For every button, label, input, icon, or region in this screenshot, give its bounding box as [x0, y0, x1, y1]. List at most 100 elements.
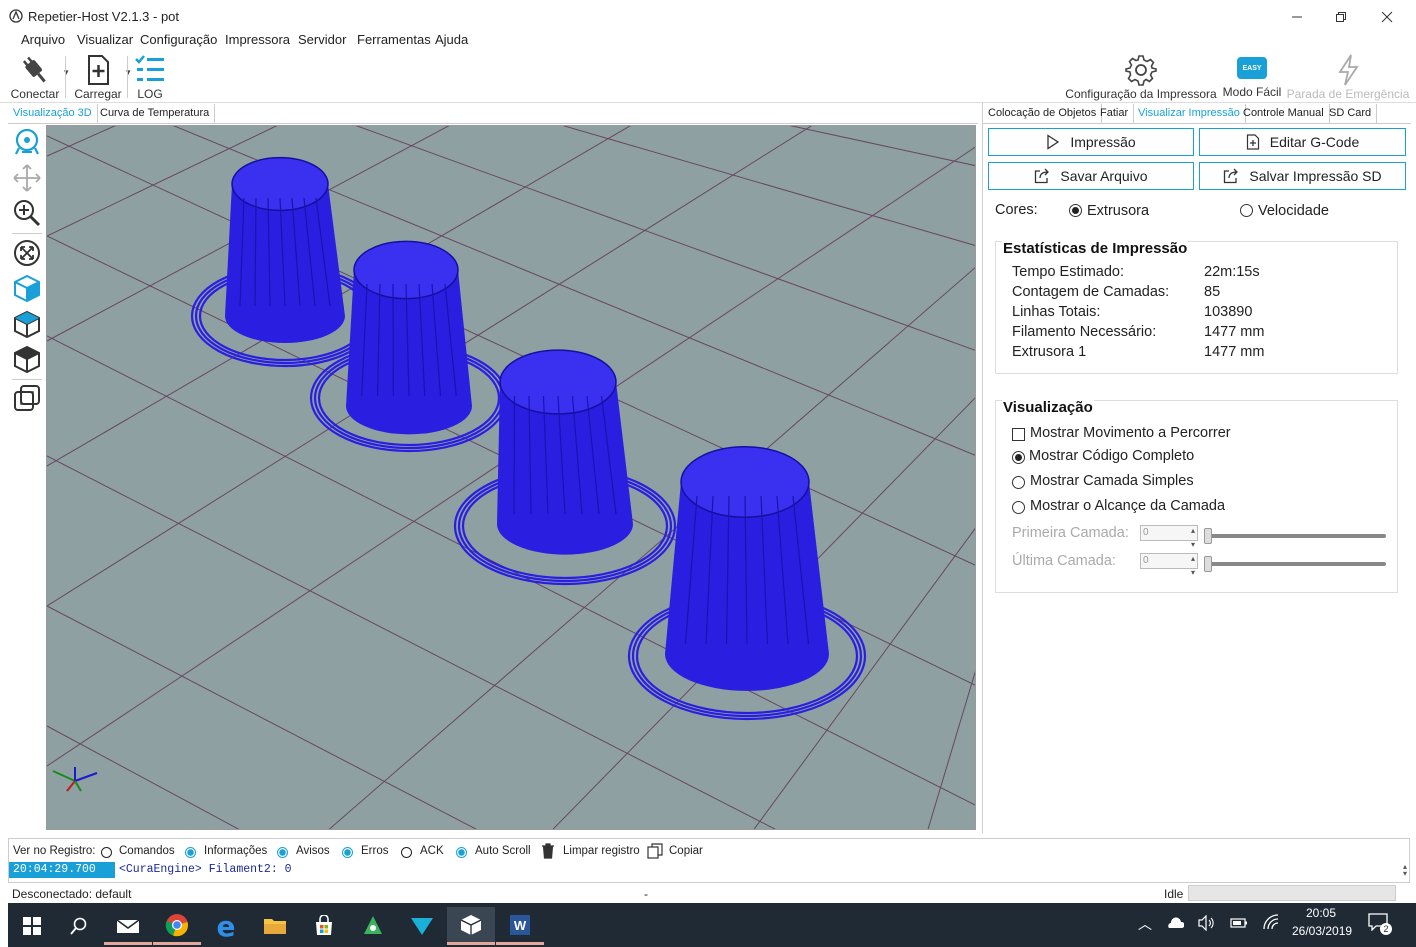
tab-3d-view[interactable]: Visualização 3D [8, 104, 98, 124]
last-layer-slider[interactable] [1206, 562, 1386, 566]
pot-rib [513, 395, 516, 515]
onedrive-icon[interactable] [1166, 917, 1184, 929]
notification-count: 2 [1380, 923, 1392, 935]
menu-ajuda[interactable]: Ajuda [435, 33, 468, 53]
log-autoscroll-radio[interactable] [456, 847, 467, 858]
first-layer-label: Primeira Camada: [1012, 525, 1129, 541]
menu-servidor[interactable]: Servidor [298, 33, 346, 53]
start-button[interactable] [8, 907, 56, 945]
taskbar-app-green[interactable] [349, 907, 397, 945]
close-button[interactable] [1364, 4, 1410, 30]
stat-label: Extrusora 1 [1012, 344, 1087, 360]
log-scroll-arrows-icon[interactable]: ▴ ▾ [1403, 863, 1407, 878]
clear-log-button[interactable]: Limpar registro [563, 845, 640, 857]
taskbar-word[interactable]: W [496, 907, 544, 945]
taskbar-mail[interactable] [104, 907, 152, 945]
spinner-arrows-icon: ▴ ▾ [1190, 526, 1195, 549]
tab-temperature[interactable]: Curva de Temperatura [95, 104, 216, 124]
edit-gcode-button[interactable]: Editar G-Code [1199, 128, 1406, 156]
tab-sd-card[interactable]: SD Card [1324, 104, 1378, 124]
minimize-button[interactable] [1274, 4, 1320, 30]
tab-manual-control[interactable]: Controle Manual [1238, 104, 1330, 124]
taskbar: e W ︿ 20:05 26/03/2019 2 [8, 903, 1416, 947]
play-icon [1047, 134, 1060, 150]
restore-button[interactable] [1318, 4, 1364, 30]
tab-object-placement[interactable]: Colocação de Objetos [983, 104, 1103, 124]
wifi-icon[interactable] [1262, 914, 1280, 930]
print-stats-group: Estatísticas de Impressão Tempo Estimado… [995, 240, 1398, 374]
top-view-icon[interactable] [12, 344, 42, 374]
first-layer-spinner[interactable]: 0 ▴ ▾ [1140, 525, 1198, 549]
grid-line [47, 605, 477, 829]
save-sd-button[interactable]: Salvar Impressão SD [1199, 162, 1406, 190]
easy-mode-button[interactable]: EASY Modo Fácil [1222, 53, 1282, 99]
3d-viewport[interactable] [46, 125, 976, 830]
menu-bar: Arquivo Visualizar Configuração Impresso… [0, 33, 1416, 53]
emergency-stop-button[interactable]: Parada de Emergência [1287, 53, 1409, 101]
edit-file-icon [1246, 134, 1259, 150]
move-icon[interactable] [12, 163, 42, 193]
taskbar-store[interactable] [300, 907, 348, 945]
first-layer-slider-thumb[interactable] [1204, 528, 1212, 544]
taskbar-repetier[interactable] [447, 907, 495, 945]
connect-button[interactable]: Conectar [10, 53, 60, 101]
menu-arquivo[interactable]: Arquivo [21, 33, 65, 53]
taskbar-explorer[interactable] [251, 907, 299, 945]
log-filter-label: Ver no Registro: [13, 845, 96, 857]
save-file-button[interactable]: Savar Arquivo [988, 162, 1194, 190]
log-commands-radio[interactable] [101, 847, 112, 858]
menu-impressora[interactable]: Impressora [225, 33, 290, 53]
copy-icon[interactable] [647, 843, 663, 859]
fit-view-icon[interactable] [12, 238, 42, 268]
notifications-button[interactable]: 2 [1368, 913, 1392, 935]
battery-icon[interactable] [1230, 917, 1248, 929]
search-button[interactable] [55, 907, 103, 945]
clock-time[interactable]: 20:05 [1306, 906, 1336, 920]
log-list-icon [135, 55, 164, 81]
last-layer-slider-thumb[interactable] [1204, 556, 1212, 572]
zoom-icon[interactable] [12, 198, 42, 228]
log-errors-radio[interactable] [342, 847, 353, 858]
tab-print-preview[interactable]: Visualizar Impressão [1133, 104, 1246, 124]
stat-value: 103890 [1204, 304, 1253, 320]
show-range-radio[interactable] [1012, 501, 1025, 514]
color-extruder-radio[interactable] [1069, 204, 1082, 217]
taskbar-chrome[interactable] [153, 907, 201, 945]
trash-icon[interactable] [541, 843, 555, 859]
tray-chevron-icon[interactable]: ︿ [1138, 914, 1152, 934]
show-full-radio[interactable] [1012, 451, 1025, 464]
show-single-radio[interactable] [1012, 476, 1025, 489]
front-view-icon[interactable] [12, 309, 42, 339]
parallel-view-icon[interactable] [12, 383, 42, 413]
first-layer-slider[interactable] [1206, 534, 1386, 538]
taskbar-edge[interactable]: e [202, 907, 250, 945]
log-button[interactable]: LOG [132, 53, 168, 101]
color-speed-radio[interactable] [1240, 204, 1253, 217]
menu-ferramentas[interactable]: Ferramentas [357, 33, 431, 53]
grid-line [47, 126, 116, 157]
show-travel-checkbox[interactable] [1012, 428, 1025, 441]
clock-date[interactable]: 26/03/2019 [1292, 924, 1352, 938]
print-button[interactable]: Impressão [988, 128, 1194, 156]
tab-slicer[interactable]: Fatiar [1095, 104, 1135, 124]
export-icon [1035, 168, 1050, 184]
taskbar-app-blue[interactable] [398, 907, 446, 945]
stat-value: 1477 mm [1204, 324, 1265, 340]
lightning-icon [1338, 54, 1359, 86]
iso-view-icon[interactable] [12, 273, 42, 303]
load-button[interactable]: Carregar [72, 53, 124, 101]
tool-divider [12, 379, 42, 380]
menu-visualizar[interactable]: Visualizar [77, 33, 133, 53]
log-warnings-radio[interactable] [277, 847, 288, 858]
menu-configuracao[interactable]: Configuração [140, 33, 217, 53]
volume-icon[interactable] [1198, 915, 1214, 931]
printer-settings-button[interactable]: Configuração da Impressora [1065, 53, 1217, 101]
show-range-label: Mostrar o Alcançe da Camada [1030, 498, 1226, 514]
stats-title: Estatísticas de Impressão [1002, 240, 1189, 257]
rotate-icon[interactable] [12, 127, 42, 157]
log-info-radio[interactable] [185, 847, 196, 858]
stat-label: Linhas Totais: [1012, 304, 1101, 320]
log-ack-radio[interactable] [401, 847, 412, 858]
last-layer-spinner[interactable]: 0 ▴ ▾ [1140, 553, 1198, 577]
copy-log-button[interactable]: Copiar [669, 845, 703, 857]
